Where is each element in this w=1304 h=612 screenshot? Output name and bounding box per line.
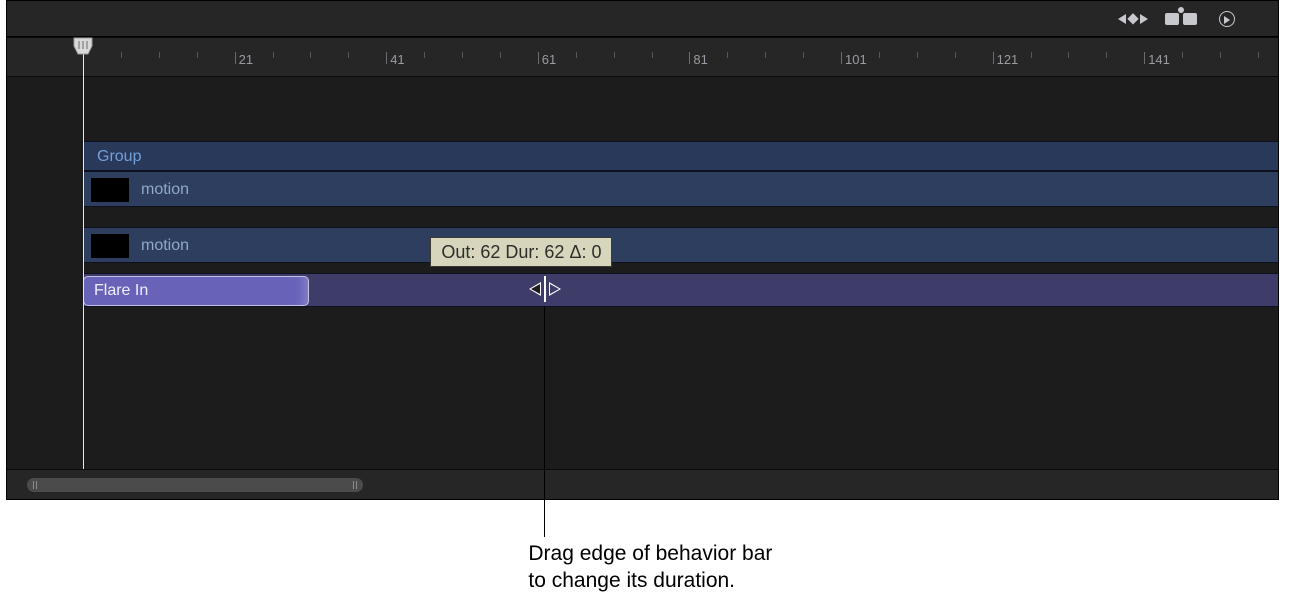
callout-text: Drag edge of behavior bar to change its … bbox=[528, 540, 772, 595]
preview-icon[interactable] bbox=[1210, 8, 1244, 30]
layer-label: motion bbox=[141, 228, 189, 264]
behavior-label: Flare In bbox=[94, 282, 148, 299]
layer-row[interactable]: motion bbox=[83, 227, 1278, 263]
layer-label: motion bbox=[141, 172, 189, 208]
layer-thumbnail bbox=[91, 234, 129, 258]
behavior-row: Flare In bbox=[83, 273, 1278, 307]
layer-row[interactable]: motion bbox=[83, 171, 1278, 207]
clip-connect-icon[interactable] bbox=[1164, 8, 1198, 30]
timeline-panel: 21416181101121141 Group motion moti bbox=[6, 0, 1279, 500]
layer-thumbnail bbox=[91, 178, 129, 202]
keyframe-nav-icon[interactable] bbox=[1116, 8, 1150, 30]
timeline-toolbar bbox=[7, 1, 1278, 37]
timeline-tracks: Group motion motion Flare In Out: 62 Dur… bbox=[7, 77, 1278, 469]
scrollbar-thumb[interactable] bbox=[27, 478, 363, 492]
trim-tooltip: Out: 62 Dur: 62 Δ: 0 bbox=[430, 237, 612, 267]
group-label: Group bbox=[97, 148, 141, 165]
playhead[interactable] bbox=[83, 43, 84, 469]
timeline-scrollbar[interactable] bbox=[7, 469, 1278, 499]
behavior-bar[interactable]: Flare In bbox=[83, 276, 309, 306]
timeline-ruler[interactable]: 21416181101121141 bbox=[7, 37, 1278, 77]
callout-leader bbox=[544, 307, 545, 537]
group-header[interactable]: Group bbox=[83, 141, 1278, 171]
